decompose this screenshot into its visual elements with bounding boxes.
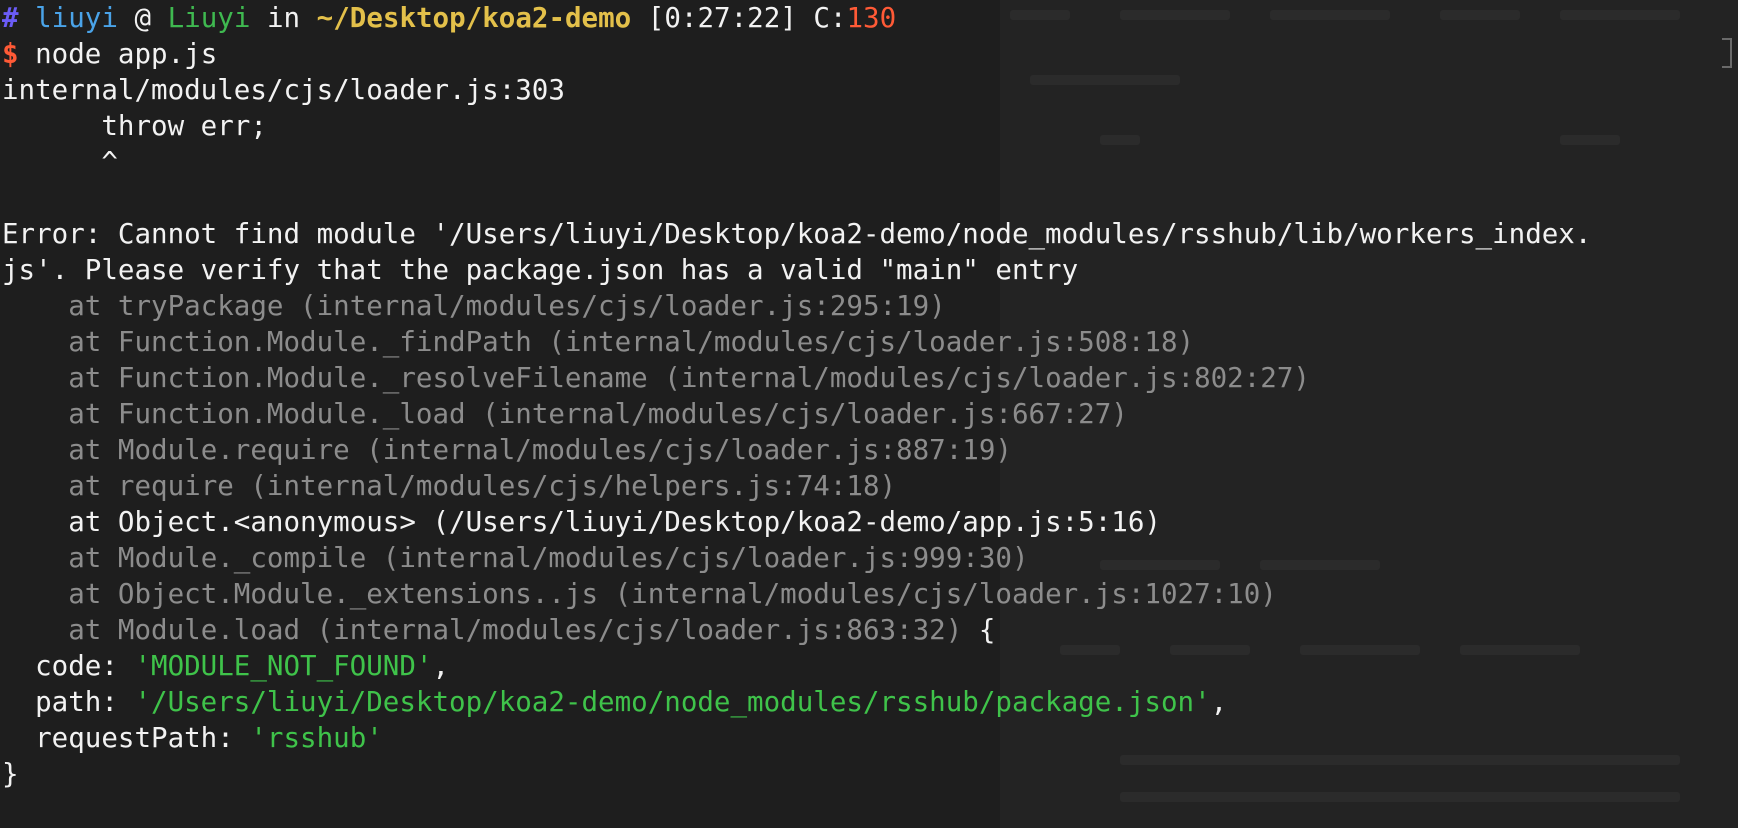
stack-frame-text: require (internal/modules/cjs/helpers.js… xyxy=(117,470,897,502)
stack-frame: at Module.load (internal/modules/cjs/loa… xyxy=(2,612,1738,648)
stack-frame-text: Module._compile (internal/modules/cjs/lo… xyxy=(117,542,1029,574)
property-key: requestPath: xyxy=(2,722,251,754)
stack-frame-text: Object.Module._extensions..js (internal/… xyxy=(117,578,1277,610)
prompt-in: in xyxy=(266,2,301,34)
error-property: code: 'MODULE_NOT_FOUND', xyxy=(2,648,1738,684)
stack-trace: at tryPackage (internal/modules/cjs/load… xyxy=(2,288,1738,648)
error-message-line-2: js'. Please verify that the package.json… xyxy=(2,254,1079,286)
property-value: 'rsshub' xyxy=(250,722,383,754)
stack-frame: at tryPackage (internal/modules/cjs/load… xyxy=(2,288,1738,324)
stack-frame: at Object.<anonymous> (/Users/liuyi/Desk… xyxy=(2,504,1738,540)
stack-frame-prefix: at xyxy=(2,290,118,322)
stack-frame: at Function.Module._load (internal/modul… xyxy=(2,396,1738,432)
error-properties: code: 'MODULE_NOT_FOUND', path: '/Users/… xyxy=(2,648,1738,756)
stack-frame-prefix: at xyxy=(2,398,118,430)
property-key: path: xyxy=(2,686,135,718)
prompt-code-label: C: xyxy=(813,2,847,34)
prompt-time: [0:27:22] xyxy=(647,2,797,34)
prompt-user: liuyi xyxy=(35,2,118,34)
property-suffix: , xyxy=(432,650,450,682)
stack-frame-prefix: at xyxy=(2,326,118,358)
stack-frame-text: Module.require (internal/modules/cjs/loa… xyxy=(117,434,1012,466)
stack-frame-prefix: at xyxy=(2,542,118,574)
prompt-hash: # xyxy=(2,2,19,34)
close-brace: } xyxy=(2,758,19,790)
prompt-at: @ xyxy=(134,2,152,34)
prompt-line: # liuyi @ Liuyi in ~/Desktop/koa2-demo [… xyxy=(2,0,1738,36)
stack-frame-prefix: at xyxy=(2,506,118,538)
prompt-host: Liuyi xyxy=(167,2,251,34)
stack-frame: at Object.Module._extensions..js (intern… xyxy=(2,576,1738,612)
stack-frame-prefix: at xyxy=(2,578,118,610)
error-property: requestPath: 'rsshub' xyxy=(2,720,1738,756)
prompt-code-value: 130 xyxy=(846,2,897,34)
stack-frame-text: Module.load (internal/modules/cjs/loader… xyxy=(117,614,963,646)
stack-frame-text: Object.<anonymous> (/Users/liuyi/Desktop… xyxy=(117,506,1161,538)
property-value: 'MODULE_NOT_FOUND' xyxy=(134,650,433,682)
stack-frame-text: Function.Module._load (internal/modules/… xyxy=(117,398,1128,430)
throw-line: throw err; xyxy=(2,110,267,142)
stack-frame: at require (internal/modules/cjs/helpers… xyxy=(2,468,1738,504)
command-line[interactable]: $ node app.js xyxy=(2,36,1738,72)
command-text: node app.js xyxy=(35,38,218,70)
stack-frame-prefix: at xyxy=(2,614,118,646)
prompt-path: ~/Desktop/koa2-demo xyxy=(316,2,632,34)
stack-frame: at Module._compile (internal/modules/cjs… xyxy=(2,540,1738,576)
stack-frame: at Function.Module._findPath (internal/m… xyxy=(2,324,1738,360)
stack-frame-text: Function.Module._findPath (internal/modu… xyxy=(117,326,1195,358)
stack-frame-text: tryPackage (internal/modules/cjs/loader.… xyxy=(117,290,946,322)
error-property: path: '/Users/liuyi/Desktop/koa2-demo/no… xyxy=(2,684,1738,720)
terminal-output: # liuyi @ Liuyi in ~/Desktop/koa2-demo [… xyxy=(2,0,1738,792)
property-suffix: , xyxy=(1210,686,1228,718)
caret-line: ^ xyxy=(2,146,118,178)
stack-frame-text: Function.Module._resolveFilename (intern… xyxy=(117,362,1310,394)
property-value: '/Users/liuyi/Desktop/koa2-demo/node_mod… xyxy=(134,686,1211,718)
error-message-line-1: Error: Cannot find module '/Users/liuyi/… xyxy=(2,218,1592,250)
loader-line: internal/modules/cjs/loader.js:303 xyxy=(2,74,565,106)
stack-frame-prefix: at xyxy=(2,434,118,466)
prompt-dollar: $ xyxy=(2,38,19,70)
open-brace: { xyxy=(962,614,996,646)
stack-frame: at Function.Module._resolveFilename (int… xyxy=(2,360,1738,396)
stack-frame-prefix: at xyxy=(2,470,118,502)
terminal-window[interactable]: # liuyi @ Liuyi in ~/Desktop/koa2-demo [… xyxy=(0,0,1738,828)
stack-frame-prefix: at xyxy=(2,362,118,394)
stack-frame: at Module.require (internal/modules/cjs/… xyxy=(2,432,1738,468)
property-key: code: xyxy=(2,650,135,682)
